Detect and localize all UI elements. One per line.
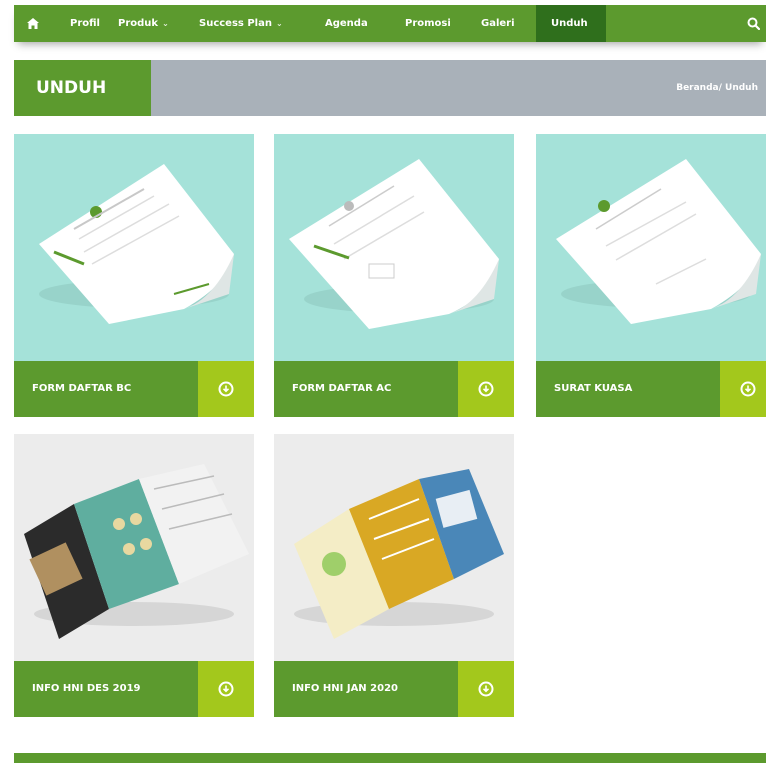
nav-label: Profil (70, 18, 100, 29)
nav-label: Success Plan (199, 18, 272, 29)
download-card-surat-kuasa[interactable]: SURAT KUASA (536, 134, 766, 417)
home-icon[interactable] (27, 18, 39, 29)
download-card-info-hni-jan-2020[interactable]: INFO HNI JAN 2020 (274, 434, 514, 717)
brochure-preview-image (14, 434, 254, 661)
card-title: FORM DAFTAR BC (14, 361, 198, 417)
card-title: INFO HNI JAN 2020 (274, 661, 458, 717)
download-icon (740, 381, 756, 397)
brochure-preview-image (274, 434, 514, 661)
chevron-down-icon: ⌄ (162, 19, 169, 28)
page-header: UNDUH Beranda/ Unduh (14, 60, 766, 116)
download-button[interactable] (198, 361, 254, 417)
download-card-info-hni-des-2019[interactable]: INFO HNI DES 2019 (14, 434, 254, 717)
download-card-form-daftar-ac[interactable]: FORM DAFTAR AC (274, 134, 514, 417)
download-icon (218, 681, 234, 697)
nav-label: Produk (118, 18, 159, 29)
card-title: INFO HNI DES 2019 (14, 661, 198, 717)
download-icon (478, 681, 494, 697)
chevron-down-icon: ⌄ (275, 19, 283, 28)
nav-item-success-plan[interactable]: Success Plan ⌄ (199, 5, 283, 42)
download-icon (478, 381, 494, 397)
main-nav: Profil Produk ⌄ Success Plan ⌄ Agenda Prom… (14, 5, 766, 42)
card-title: FORM DAFTAR AC (274, 361, 458, 417)
download-button[interactable] (458, 361, 514, 417)
download-button[interactable] (198, 661, 254, 717)
nav-item-produk[interactable]: Produk ⌄ (118, 5, 169, 42)
download-icon (218, 381, 234, 397)
nav-item-agenda[interactable]: Agenda (325, 5, 368, 42)
search-icon[interactable] (747, 17, 760, 30)
footer-bar (14, 753, 766, 763)
nav-label: Promosi (405, 18, 451, 29)
nav-item-unduh[interactable]: Unduh (536, 5, 606, 42)
nav-label: Unduh (551, 18, 588, 29)
document-preview-image (274, 134, 514, 361)
document-preview-image (536, 134, 766, 361)
nav-item-promosi[interactable]: Promosi (405, 5, 451, 42)
nav-label: Agenda (325, 18, 368, 29)
nav-label: Galeri (481, 18, 515, 29)
download-button[interactable] (720, 361, 766, 417)
download-button[interactable] (458, 661, 514, 717)
breadcrumb[interactable]: Beranda/ Unduh (676, 60, 758, 116)
nav-item-profil[interactable]: Profil (70, 5, 100, 42)
download-card-form-daftar-bc[interactable]: FORM DAFTAR BC (14, 134, 254, 417)
document-preview-image (14, 134, 254, 361)
card-title: SURAT KUASA (536, 361, 720, 417)
nav-item-galeri[interactable]: Galeri (481, 5, 515, 42)
page-title: UNDUH (14, 60, 151, 116)
